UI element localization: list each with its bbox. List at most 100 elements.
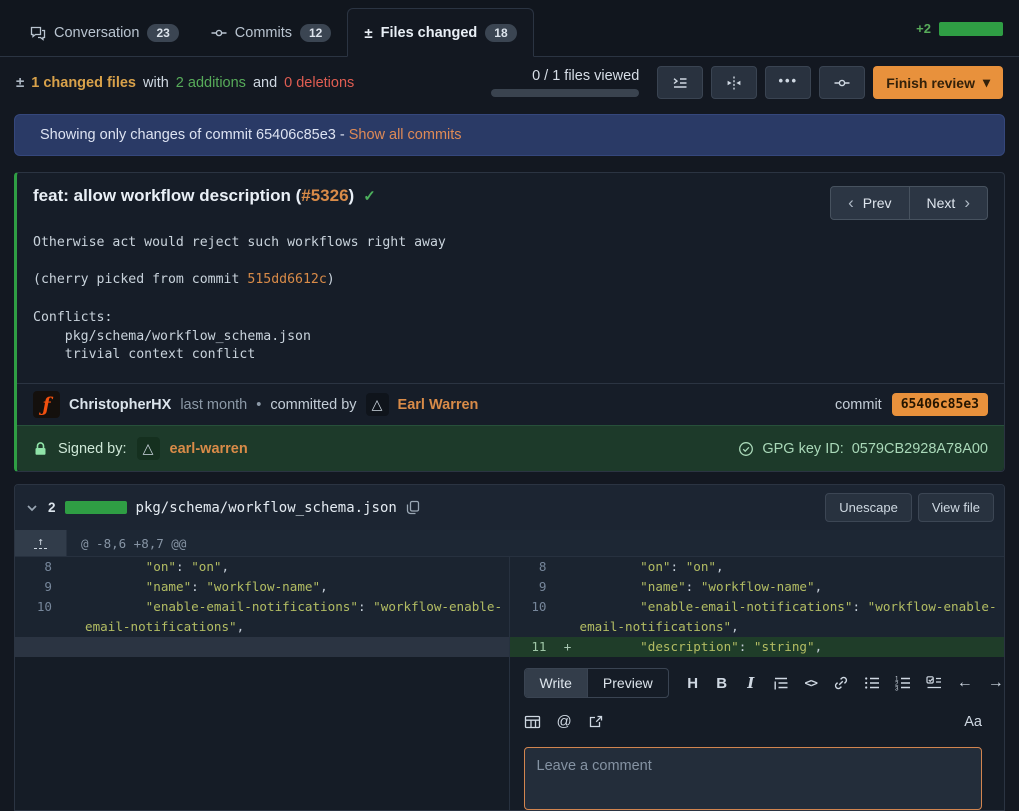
chevron-right-icon: › — [964, 197, 970, 209]
link-icon[interactable] — [833, 675, 849, 691]
diff-right-side: 8 "on": "on",9 "name": "workflow-name",1… — [510, 557, 1005, 810]
dot-separator: • — [256, 397, 261, 413]
committer-avatar[interactable]: △ — [366, 393, 389, 416]
cherry-pick-sha-link[interactable]: 515dd6612c — [247, 272, 326, 287]
code-line: "name": "workflow-name", — [85, 577, 509, 597]
tab-files-changed[interactable]: ± Files changed 18 — [347, 8, 533, 57]
diff-icon: ± — [364, 25, 372, 42]
bold-icon[interactable]: B — [715, 675, 729, 692]
mention-icon[interactable]: @ — [557, 713, 572, 730]
reference-icon[interactable] — [588, 714, 604, 730]
diff-view-toggle-button[interactable] — [711, 66, 757, 99]
line-number[interactable]: 9 — [15, 577, 61, 597]
line-number[interactable]: 8 — [510, 557, 556, 577]
diff-left-rows: 8 "on": "on",9 "name": "workflow-name",1… — [15, 557, 509, 657]
diff-left-filler — [15, 657, 509, 810]
diff-marker — [61, 597, 85, 637]
unescape-button[interactable]: Unescape — [825, 493, 912, 522]
file-diffstat-bar — [65, 501, 127, 514]
code-line: "enable-email-notifications": "workflow-… — [85, 597, 509, 637]
unordered-list-icon[interactable] — [864, 675, 880, 691]
ordered-list-icon[interactable]: 123 — [895, 675, 911, 691]
hunk-header-text: @ -8,6 +8,7 @@ — [67, 530, 186, 556]
line-number[interactable]: 11 — [510, 637, 556, 657]
comment-input[interactable] — [524, 747, 983, 810]
diff-marker — [556, 557, 580, 577]
prev-commit-button[interactable]: ‹Prev — [830, 186, 909, 220]
expand-up-icon: ↑ — [34, 537, 47, 549]
files-viewed-progress: 0 / 1 files viewed — [491, 68, 639, 97]
next-label: Next — [927, 195, 956, 211]
tab-label: Commits — [235, 25, 292, 41]
quote-icon[interactable] — [773, 675, 789, 691]
status-check-icon: ✓ — [363, 187, 376, 205]
italic-icon[interactable]: I — [744, 674, 758, 692]
diffstat-bar — [939, 22, 1003, 36]
committer-name-link[interactable]: Earl Warren — [398, 397, 479, 413]
pr-number-link[interactable]: #5326 — [301, 186, 348, 205]
tab-preview[interactable]: Preview — [588, 669, 668, 697]
diff-code-row: 8 "on": "on", — [15, 557, 509, 577]
commit-title-text: feat: allow workflow description ( — [33, 186, 301, 205]
show-commit-button[interactable] — [819, 66, 865, 99]
arrow-left-icon[interactable]: ← — [957, 674, 973, 692]
text-size-toggle[interactable]: Aa — [964, 714, 982, 730]
commit-title-suffix: ) — [349, 186, 355, 205]
gpg-key-label: GPG key ID: — [762, 441, 843, 457]
finish-review-button[interactable]: Finish review ▾ — [873, 66, 1003, 99]
commit-time: last month — [180, 397, 247, 413]
line-number[interactable]: 10 — [15, 597, 61, 637]
line-number[interactable]: 8 — [15, 557, 61, 577]
diff-code-row: 10 "enable-email-notifications": "workfl… — [15, 597, 509, 637]
author-name-link[interactable]: ChristopherHX — [69, 397, 171, 413]
collapse-file-chevron-icon[interactable] — [25, 501, 39, 515]
more-options-button[interactable]: ••• — [765, 66, 811, 99]
file-diff-header: 2 pkg/schema/workflow_schema.json Unesca… — [15, 485, 1004, 530]
author-avatar[interactable]: ƒ — [33, 391, 60, 418]
commit-author-row: ƒ ChristopherHX last month • committed b… — [17, 383, 1004, 425]
tab-commits[interactable]: Commits 12 — [195, 9, 348, 56]
diff-code-row: 9 "name": "workflow-name", — [510, 577, 1005, 597]
gpg-key-id: 0579CB2928A78A00 — [852, 441, 988, 457]
tab-write[interactable]: Write — [525, 669, 588, 697]
tab-label: Conversation — [54, 25, 139, 41]
commit-message: Otherwise act would reject such workflow… — [17, 230, 1004, 383]
file-tree-toggle-button[interactable] — [657, 66, 703, 99]
code-icon[interactable]: <> — [804, 676, 818, 690]
signer-avatar[interactable]: △ — [137, 437, 160, 460]
tab-conversation[interactable]: Conversation 23 — [14, 9, 195, 56]
editor-toolbar-secondary: @ Aa — [524, 713, 983, 730]
diff-summary-row: ± 1 changed files with 2 additions and 0… — [0, 57, 1019, 106]
next-commit-button[interactable]: Next › — [909, 186, 988, 220]
diff-marker — [556, 577, 580, 597]
task-list-icon[interactable] — [926, 675, 942, 691]
diff-placeholder-row — [15, 637, 509, 657]
tab-count-badge: 23 — [147, 24, 178, 42]
code-line: "description": "string", — [580, 637, 1005, 657]
gpg-signed-row: Signed by: △ earl-warren GPG key ID: 057… — [17, 425, 1004, 471]
view-file-button[interactable]: View file — [918, 493, 994, 522]
expand-hunk-button[interactable]: ↑ — [15, 530, 67, 556]
heading-icon[interactable]: H — [686, 675, 700, 692]
copy-filename-icon[interactable] — [406, 500, 420, 515]
commits-icon — [211, 25, 227, 41]
files-viewed-label: 0 / 1 files viewed — [532, 68, 639, 84]
svg-text:3: 3 — [895, 686, 899, 691]
line-number[interactable]: 10 — [510, 597, 556, 637]
more-options-icon: ••• — [778, 73, 798, 88]
code-line: "on": "on", — [85, 557, 509, 577]
commit-label: commit — [835, 397, 882, 413]
lock-icon — [33, 441, 48, 457]
line-number[interactable]: 9 — [510, 577, 556, 597]
hunk-header-row: ↑ @ -8,6 +8,7 @@ — [15, 530, 1004, 557]
diff-icon: ± — [16, 74, 24, 91]
tab-count-badge: 18 — [485, 24, 516, 42]
table-icon[interactable] — [524, 714, 541, 730]
diff-code-row: 9 "name": "workflow-name", — [15, 577, 509, 597]
arrow-right-icon[interactable]: → — [988, 674, 1004, 692]
signer-name-link[interactable]: earl-warren — [170, 441, 248, 457]
show-all-commits-link[interactable]: Show all commits — [349, 127, 462, 143]
deletions-count: 0 deletions — [284, 75, 354, 91]
commit-sha-badge[interactable]: 65406c85e3 — [892, 393, 988, 416]
prev-label: Prev — [863, 195, 892, 211]
